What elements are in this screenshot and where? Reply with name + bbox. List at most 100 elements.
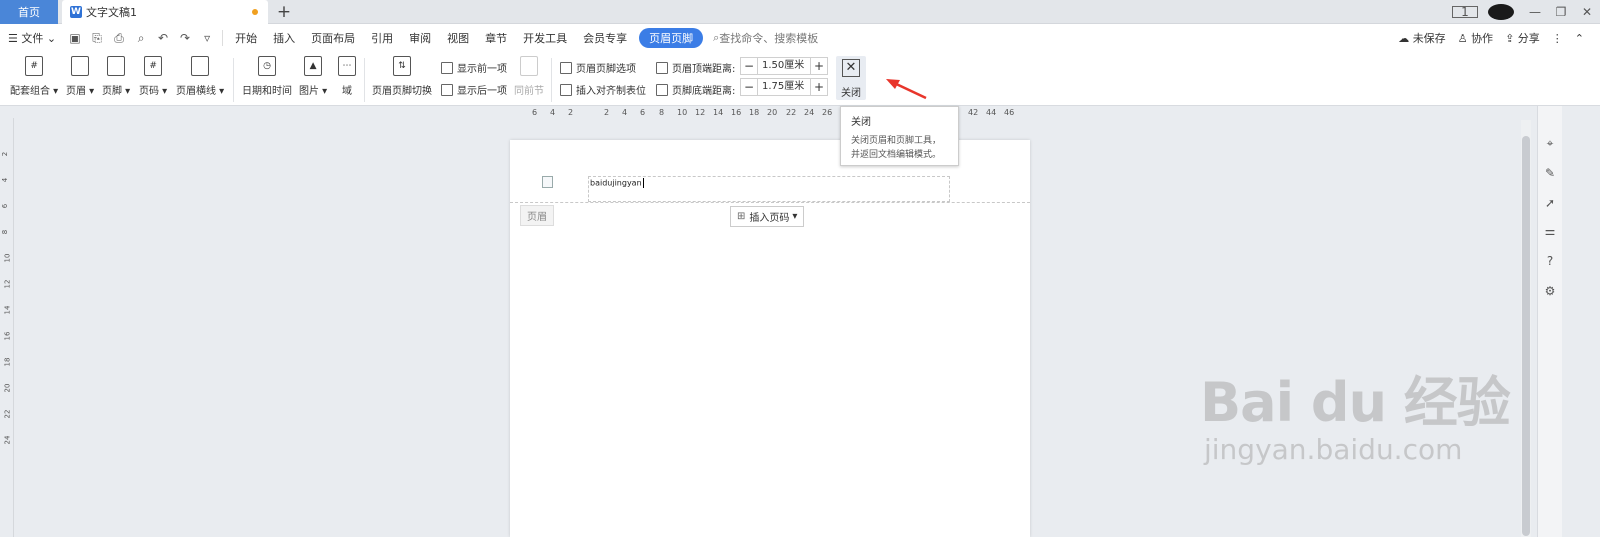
bottom-distance-icon [656, 83, 668, 96]
footer-button[interactable]: 页脚 ▾ [102, 56, 130, 97]
ruler-tick-label: 16 [731, 108, 742, 117]
header-boundary-line [510, 202, 1030, 203]
field-button[interactable]: ⋯ 域 [338, 56, 356, 97]
ruler-tick-label: 20 [767, 108, 778, 117]
increment-button[interactable]: + [810, 78, 828, 96]
header-top-distance-label: 页眉顶端距离: [656, 60, 735, 75]
same-as-prev-button[interactable]: 同前节 [514, 56, 544, 97]
pointer-icon[interactable]: ➚ [1543, 196, 1557, 210]
collapse-ribbon-icon[interactable]: ⌃ [1569, 32, 1590, 45]
ruler-tick-label: 8 [659, 108, 665, 117]
tab-developer[interactable]: 开发工具 [515, 30, 575, 46]
ruler-tick-label: 46 [1004, 108, 1015, 117]
ruler-tick-label: 12 [3, 279, 12, 289]
user-avatar[interactable] [1488, 4, 1514, 20]
insert-align-tab-button[interactable]: 插入对齐制表位 [560, 82, 646, 97]
scrollbar-thumb[interactable] [1522, 136, 1530, 536]
footer-bottom-distance-label: 页脚底端距离: [656, 82, 735, 97]
unsaved-dot-indicator [252, 9, 258, 15]
vertical-ruler[interactable]: 2 4 6 8 10 12 14 16 18 20 22 24 [0, 118, 14, 537]
bottom-distance-value[interactable]: 1.75厘米 [758, 78, 810, 96]
help-icon[interactable]: ? [1543, 254, 1557, 268]
align-tab-label: 插入对齐制表位 [576, 86, 646, 97]
collab-label: 协作 [1471, 32, 1494, 45]
tab-start[interactable]: 开始 [227, 30, 265, 46]
tab-sections[interactable]: 章节 [477, 30, 515, 46]
adjust-icon[interactable]: ⚌ [1543, 224, 1557, 238]
restore-icon[interactable]: ❐ [1548, 5, 1574, 19]
tab-view[interactable]: 视图 [439, 30, 477, 46]
tools-icon[interactable]: ⚙ [1543, 284, 1557, 298]
ruler-tick-label: 14 [3, 305, 12, 315]
increment-button[interactable]: + [810, 57, 828, 75]
header-top-distance-stepper[interactable]: − 1.50厘米 + [740, 57, 828, 75]
insert-page-number-button[interactable]: ⊞ 插入页码 ▾ [730, 206, 805, 227]
header-line-icon [191, 56, 210, 76]
picture-button[interactable]: ▲ 图片 ▾ [299, 56, 327, 97]
new-tab-button[interactable]: + [274, 2, 294, 22]
ruler-tick-label: 22 [3, 409, 12, 419]
show-prev-button[interactable]: 显示前一项 [441, 60, 507, 75]
header-line-button[interactable]: 页眉横线 ▾ [176, 56, 224, 97]
header-text[interactable]: baidujingyan [590, 178, 644, 188]
menu-bar: ☰ 文件 ⌄ ▣ ⎘ ⎙ ⌕ ↶ ↷ ▿ 开始 插入 页面布局 引用 审阅 视图… [0, 24, 1600, 52]
unsaved-status[interactable]: ☁ 未保存 [1392, 30, 1452, 46]
page-number-icon: ⊞ [737, 211, 746, 222]
switch-button[interactable]: ⇅ 页眉页脚切换 [372, 56, 432, 97]
style-icon[interactable]: ⌖ [1543, 136, 1557, 150]
tab-review[interactable]: 审阅 [401, 30, 439, 46]
footer-label: 页脚 ▾ [102, 86, 131, 97]
decrement-button[interactable]: − [740, 78, 758, 96]
show-next-button[interactable]: 显示后一项 [441, 82, 507, 97]
minimize-icon[interactable]: — [1522, 5, 1548, 19]
share-button[interactable]: ⇪ 分享 [1499, 30, 1546, 46]
document-icon [542, 176, 553, 188]
footer-bottom-distance-stepper[interactable]: − 1.75厘米 + [740, 78, 828, 96]
undo-icon[interactable]: ↶ [156, 31, 170, 45]
top-distance-value[interactable]: 1.50厘米 [758, 57, 810, 75]
save-icon[interactable]: ▣ [68, 31, 82, 45]
writer-doc-icon: W [70, 6, 82, 18]
header-footer-options-button[interactable]: 页眉页脚选项 [560, 60, 636, 75]
customize-toolbar-icon[interactable]: ▿ [200, 31, 214, 45]
chevron-down-icon: ▾ [792, 211, 798, 222]
right-side-panel: ⌖ ✎ ➚ ⚌ ? ⚙ [1537, 106, 1562, 537]
page-number-button[interactable]: # 页码 ▾ [139, 56, 167, 97]
tab-insert[interactable]: 插入 [265, 30, 303, 46]
command-search[interactable]: ⌕ 查找命令、搜索模板 [713, 30, 818, 46]
ruler-tick-label: 26 [822, 108, 833, 117]
horizontal-ruler[interactable]: 6 4 2 2 4 6 8 10 12 14 16 18 20 22 24 26 42 44 46 [520, 106, 1040, 120]
options-label: 页眉页脚选项 [576, 64, 636, 75]
window-count-badge[interactable]: 1 [1452, 6, 1478, 18]
datetime-button[interactable]: ◷ 日期和时间 [242, 56, 292, 97]
print-icon[interactable]: ⎙ [112, 31, 126, 45]
home-tab[interactable]: 首页 [0, 0, 58, 24]
tab-header-footer[interactable]: 页眉页脚 [639, 28, 704, 48]
unsaved-label: 未保存 [1412, 32, 1446, 45]
redo-icon[interactable]: ↷ [178, 31, 192, 45]
document-tab[interactable]: W 文字文稿1 [62, 0, 268, 24]
decrement-button[interactable]: − [740, 57, 758, 75]
combo-button[interactable]: # 配套组合 ▾ [10, 56, 58, 97]
picture-icon: ▲ [304, 56, 323, 76]
ruler-tick-label: 16 [3, 331, 12, 341]
ruler-tick-label: 18 [749, 108, 760, 117]
window-controls: 1 — ❐ ✕ [1452, 0, 1600, 24]
tab-member[interactable]: 会员专享 [575, 30, 635, 46]
watermark-url: jingyan.baidu.com [1204, 433, 1463, 466]
more-options-icon[interactable]: ⋮ [1546, 32, 1569, 45]
ruler-tick-label: 10 [677, 108, 688, 117]
pen-icon[interactable]: ✎ [1543, 166, 1557, 180]
document-page[interactable]: baidujingyan 页眉 ⊞ 插入页码 ▾ [510, 140, 1030, 537]
ruler-tick-label: 6 [640, 108, 646, 117]
collab-button[interactable]: ♙ 协作 [1452, 30, 1499, 46]
header-button[interactable]: 页眉 ▾ [66, 56, 94, 97]
close-header-footer-button[interactable]: ✕ 关闭 [836, 56, 866, 100]
tab-references[interactable]: 引用 [363, 30, 401, 46]
print-preview-icon[interactable]: ⌕ [134, 31, 148, 45]
file-menu[interactable]: ☰ 文件 ⌄ [0, 30, 64, 46]
tab-page-layout[interactable]: 页面布局 [303, 30, 363, 46]
vertical-scrollbar[interactable] [1521, 120, 1531, 537]
export-pdf-icon[interactable]: ⎘ [90, 31, 104, 45]
close-window-icon[interactable]: ✕ [1574, 5, 1600, 19]
